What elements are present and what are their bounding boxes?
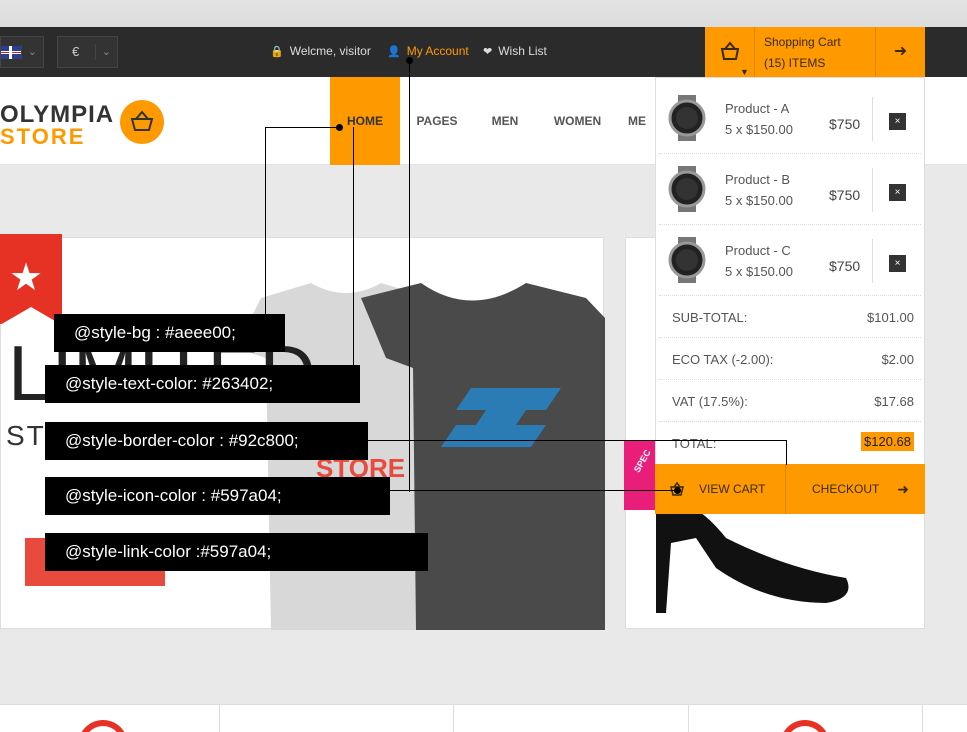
chevron-down-icon: ⌄ xyxy=(20,44,37,60)
callout-line xyxy=(389,490,677,491)
cart-title: Shopping Cart xyxy=(764,35,841,49)
divider xyxy=(872,97,873,141)
cart-dropdown: Product - A 5 x $150.00 $750 × Product -… xyxy=(655,77,925,514)
callout-line xyxy=(353,127,354,365)
nav-men[interactable]: MEN xyxy=(480,77,530,165)
product-name[interactable]: Product - A xyxy=(725,101,789,116)
callout-line xyxy=(265,127,266,315)
eco-tax-row: ECO TAX (-2.00): $2.00 xyxy=(659,338,921,380)
remove-item-button[interactable]: × xyxy=(889,255,906,272)
vat-row: VAT (17.5%): $17.68 xyxy=(659,380,921,422)
remove-item-button[interactable]: × xyxy=(889,113,906,130)
shopping-cart-button[interactable]: ▼ Shopping Cart (15) ITEMS ➜ xyxy=(705,27,925,77)
divider xyxy=(872,239,873,283)
nav-pages[interactable]: PAGES xyxy=(405,77,469,165)
total-value: $2.00 xyxy=(881,352,914,367)
callout-line xyxy=(409,60,410,492)
star-icon: ★ xyxy=(9,257,44,299)
annotation-style-text-color: @style-text-color: #263402; xyxy=(45,365,360,403)
nav-women[interactable]: WOMEN xyxy=(545,77,610,165)
caret-down-icon: ▼ xyxy=(740,67,749,77)
callout-dot xyxy=(336,124,343,131)
currency-value: € xyxy=(72,44,80,59)
divider xyxy=(922,705,923,732)
view-cart-label: VIEW CART xyxy=(699,482,766,496)
cart-items-count: (15) ITEMS xyxy=(764,56,826,70)
browser-top-strip xyxy=(0,0,967,27)
welcome-label: Welcme, visitor xyxy=(289,44,371,58)
total-label: ECO TAX (-2.00): xyxy=(672,352,774,367)
total-value: $17.68 xyxy=(874,394,914,409)
callout-line xyxy=(367,440,787,441)
subtotal-row: SUB-TOTAL: $101.00 xyxy=(659,296,921,338)
wish-list-link[interactable]: ❤ Wish List xyxy=(483,44,547,58)
total-label: VAT (17.5%): xyxy=(672,394,748,409)
total-value: $120.68 xyxy=(861,432,914,451)
product-price: $750 xyxy=(829,187,861,203)
chevron-down-icon: ⌄ xyxy=(94,44,111,60)
callout-dot xyxy=(674,487,681,494)
cart-summary: Shopping Cart (15) ITEMS xyxy=(764,32,841,74)
callout-dot xyxy=(406,57,413,64)
product-qty: 5 x $150.00 xyxy=(725,193,793,208)
product-qty: 5 x $150.00 xyxy=(725,264,793,279)
divider xyxy=(688,705,689,732)
cart-item[interactable]: Product - A 5 x $150.00 $750 × xyxy=(659,83,921,154)
arrow-right-icon: ➜ xyxy=(897,481,909,497)
cart-item[interactable]: Product - C 5 x $150.00 $750 × xyxy=(659,225,921,296)
language-select[interactable]: ⌄ xyxy=(0,36,44,68)
uk-flag-icon xyxy=(1,46,21,59)
nav-home[interactable]: HOME xyxy=(330,77,400,165)
remove-item-button[interactable]: × xyxy=(889,184,906,201)
wish-list-label: Wish List xyxy=(498,44,547,58)
special-badge: SPEC xyxy=(624,440,656,510)
product-price: $750 xyxy=(829,258,861,274)
callout-line xyxy=(786,440,787,465)
heart-icon: ❤ xyxy=(483,45,493,58)
product-name[interactable]: Product - C xyxy=(725,243,791,258)
total-value: $101.00 xyxy=(867,310,914,325)
special-badge-text: SPEC xyxy=(631,447,653,475)
currency-select[interactable]: € ⌄ xyxy=(57,36,118,68)
lock-icon: 🔒 xyxy=(270,45,284,58)
user-icon: 👤 xyxy=(387,45,401,58)
callout-line xyxy=(265,127,339,128)
total-label: TOTAL: xyxy=(672,436,717,451)
my-account-label: My Account xyxy=(406,44,469,58)
arrow-right-icon[interactable]: ➜ xyxy=(875,27,925,77)
watch-icon xyxy=(668,95,706,141)
checkout-label: CHECKOUT xyxy=(812,482,880,496)
annotation-style-icon-color: @style-icon-color : #597a04; xyxy=(45,477,390,515)
annotation-style-link-color: @style-link-color :#597a04; xyxy=(45,533,428,571)
divider xyxy=(453,705,454,732)
product-qty: 5 x $150.00 xyxy=(725,122,793,137)
welcome-text: 🔒 Welcme, visitor xyxy=(270,44,371,58)
divider xyxy=(872,168,873,212)
nav-more[interactable]: ME xyxy=(622,77,652,165)
annotation-style-bg: @style-bg : #aeee00; xyxy=(54,314,285,352)
logo-line2[interactable]: STORE xyxy=(0,124,85,150)
product-name[interactable]: Product - B xyxy=(725,172,790,187)
annotation-style-border-color: @style-border-color : #92c800; xyxy=(45,422,368,460)
divider xyxy=(219,705,220,732)
total-row: TOTAL: $120.68 xyxy=(659,422,921,464)
product-price: $750 xyxy=(829,116,861,132)
watch-icon xyxy=(668,166,706,212)
cart-actions: VIEW CART CHECKOUT ➜ xyxy=(655,464,925,514)
cart-item[interactable]: Product - B 5 x $150.00 $750 × xyxy=(659,154,921,225)
logo-basket-icon xyxy=(120,100,164,144)
watch-icon xyxy=(668,237,706,283)
total-label: SUB-TOTAL: xyxy=(672,310,748,325)
checkout-button[interactable]: CHECKOUT ➜ xyxy=(787,464,925,514)
my-account-link[interactable]: 👤 My Account xyxy=(387,44,469,58)
